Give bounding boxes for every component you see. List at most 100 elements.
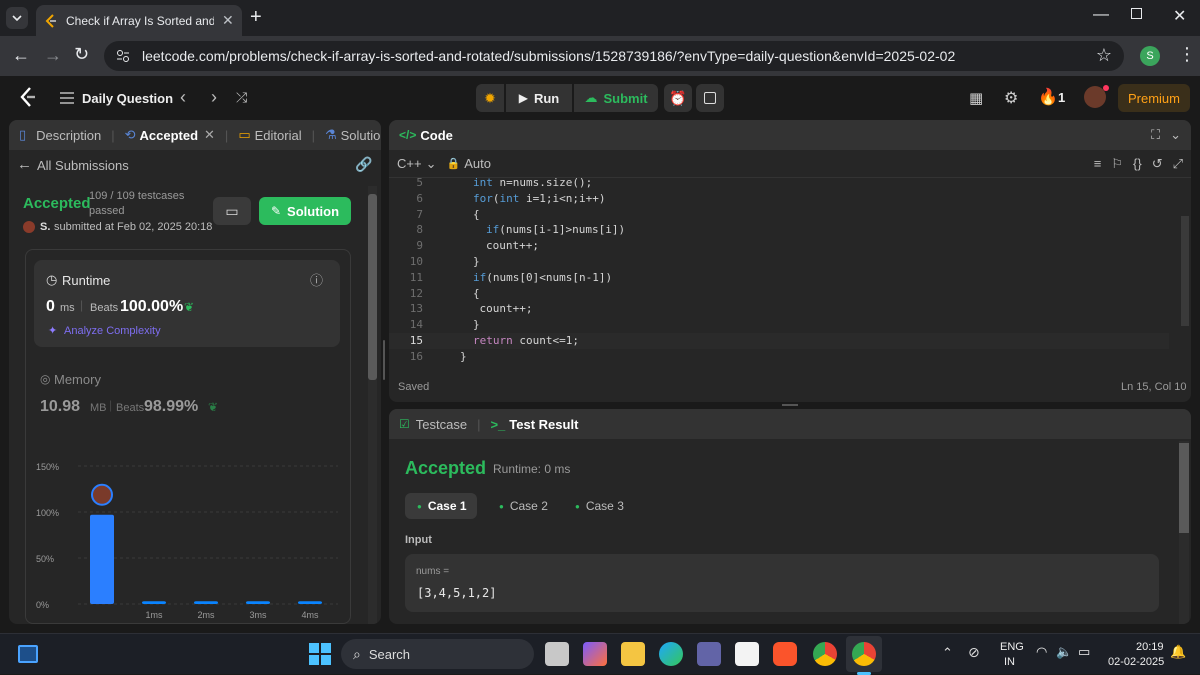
- problem-list-icon[interactable]: [60, 92, 74, 104]
- all-submissions-link[interactable]: All Submissions: [37, 158, 129, 173]
- network-off-icon[interactable]: ⊘: [968, 644, 980, 661]
- show-hidden-icons-icon[interactable]: ⌃: [942, 645, 953, 661]
- reload-icon[interactable]: ↻: [74, 44, 89, 65]
- collapse-icon[interactable]: ⌄: [1170, 127, 1181, 143]
- clock-time[interactable]: 20:19: [1136, 641, 1164, 653]
- profile-avatar[interactable]: S: [1140, 46, 1160, 66]
- alarm-icon: ⏰: [669, 89, 687, 106]
- notes-button[interactable]: [696, 84, 724, 112]
- line-number: 11: [409, 270, 423, 284]
- tab-description[interactable]: Description: [36, 128, 101, 143]
- auto-mode[interactable]: Auto: [464, 156, 491, 171]
- minimize-icon[interactable]: —: [1093, 6, 1109, 24]
- run-button[interactable]: ▶ Run: [506, 84, 572, 112]
- language-chevron-icon[interactable]: ⌄: [426, 156, 437, 172]
- notification-bell-icon[interactable]: 🔔: [1170, 644, 1186, 660]
- leetcode-favicon-icon: [45, 13, 56, 28]
- bookmark-star-icon[interactable]: ☆: [1096, 45, 1112, 66]
- result-status: Accepted: [405, 458, 487, 478]
- submitter-avatar: [23, 221, 35, 233]
- language-select[interactable]: C++: [397, 156, 422, 171]
- chrome-icon[interactable]: [813, 642, 837, 666]
- browser-menu-icon[interactable]: ⋮: [1178, 44, 1196, 65]
- share-link-icon[interactable]: 🔗: [355, 156, 372, 173]
- language-primary[interactable]: ENG: [1000, 641, 1024, 653]
- runtime-box[interactable]: ◷ Runtime ⓘ 0 ms | Beats 100.00% ❦ ✦ Ana…: [34, 260, 340, 347]
- streak-fire-icon[interactable]: 🔥: [1038, 87, 1058, 107]
- fullscreen-icon[interactable]: ⤢: [1173, 156, 1183, 172]
- result-scrollbar-thumb[interactable]: [1179, 443, 1189, 533]
- maximize-icon[interactable]: [1131, 8, 1142, 19]
- solution-button[interactable]: ✎ Solution: [259, 197, 351, 225]
- tab-testcase[interactable]: Testcase: [416, 417, 467, 432]
- shuffle-icon[interactable]: ⤮: [236, 89, 247, 106]
- daily-question-title[interactable]: Daily Question: [82, 91, 173, 106]
- case-3-tab[interactable]: ● Case 3: [575, 493, 647, 519]
- tab-solutions[interactable]: Solutions: [341, 128, 381, 143]
- case-1-tab[interactable]: ● Case 1: [405, 493, 477, 519]
- code-editor[interactable]: 5 int n=nums.size(); 6 for(int i=1;i<n;i++)…: [389, 175, 1169, 367]
- back-icon[interactable]: ←: [12, 45, 30, 66]
- code-text: {: [473, 207, 480, 221]
- windows-start-icon[interactable]: [309, 643, 331, 665]
- sparkle-icon: ✦: [48, 325, 58, 337]
- forward-icon[interactable]: →: [44, 45, 62, 66]
- tab-editorial[interactable]: Editorial: [255, 128, 302, 143]
- widgets-icon[interactable]: [18, 645, 38, 663]
- edge-icon[interactable]: [659, 642, 683, 666]
- next-problem-icon[interactable]: ›: [211, 87, 217, 108]
- edit-icon: ✎: [270, 204, 282, 218]
- taskbar-search-box[interactable]: ⌕ Search: [341, 639, 534, 669]
- tab-test-result[interactable]: Test Result: [509, 417, 578, 432]
- brave-icon[interactable]: [773, 642, 797, 666]
- settings-gear-icon[interactable]: ⚙: [1004, 88, 1018, 108]
- new-tab-icon[interactable]: +: [250, 6, 262, 29]
- task-view-icon[interactable]: [545, 642, 569, 666]
- horizontal-splitter[interactable]: [782, 404, 798, 406]
- volume-icon[interactable]: 🔈: [1056, 644, 1072, 660]
- code-brackets-icon: </>: [399, 128, 417, 142]
- address-bar[interactable]: leetcode.com/problems/check-if-array-is-…: [104, 41, 1124, 71]
- info-icon[interactable]: ⓘ: [310, 270, 323, 289]
- clock-date[interactable]: 02-02-2025: [1108, 656, 1164, 668]
- prev-problem-icon[interactable]: ‹: [180, 87, 186, 108]
- code-scrollbar-thumb[interactable]: [1181, 216, 1189, 326]
- code-text: if(nums[i-1]>nums[i]): [486, 223, 626, 237]
- layout-icon[interactable]: ▦: [969, 89, 983, 107]
- braces-icon[interactable]: {}: [1133, 156, 1142, 171]
- expand-icon[interactable]: ⛶: [1151, 127, 1160, 143]
- vertical-splitter[interactable]: [383, 340, 385, 380]
- copilot-icon[interactable]: [583, 642, 607, 666]
- bookmark-icon[interactable]: ⚐: [1111, 156, 1123, 172]
- analyze-complexity-link[interactable]: Analyze Complexity: [64, 325, 161, 337]
- case-2-tab[interactable]: ● Case 2: [495, 493, 567, 519]
- close-tab-accepted-icon[interactable]: ✕: [204, 127, 215, 143]
- debug-button[interactable]: ✹: [476, 84, 504, 112]
- format-icon[interactable]: ≡: [1094, 156, 1102, 171]
- timer-button[interactable]: ⏰: [664, 84, 692, 112]
- browser-tab[interactable]: Check if Array Is Sorted and Rot ✕: [36, 5, 242, 36]
- premium-button[interactable]: Premium: [1118, 84, 1190, 112]
- memory-label[interactable]: Memory: [54, 372, 101, 387]
- leetcode-logo-icon[interactable]: [18, 86, 38, 108]
- language-secondary[interactable]: IN: [1004, 656, 1015, 668]
- battery-icon[interactable]: ▭: [1078, 644, 1090, 660]
- input-box[interactable]: nums = [3,4,5,1,2]: [405, 554, 1159, 612]
- close-tab-icon[interactable]: ✕: [222, 12, 234, 29]
- wifi-icon[interactable]: ◠: [1036, 644, 1047, 660]
- store-icon[interactable]: [735, 642, 759, 666]
- left-scrollbar[interactable]: [368, 186, 377, 624]
- result-scrollbar[interactable]: [1179, 441, 1189, 624]
- reset-icon[interactable]: ↺: [1152, 156, 1163, 172]
- tab-accepted[interactable]: Accepted: [139, 128, 198, 143]
- left-scrollbar-thumb[interactable]: [368, 194, 377, 380]
- book-button[interactable]: ▭: [213, 197, 251, 225]
- chrome-profile-icon[interactable]: [852, 642, 876, 666]
- back-arrow-icon[interactable]: ←: [17, 156, 32, 173]
- tab-list-button[interactable]: [6, 7, 28, 29]
- submit-button[interactable]: ☁ Submit: [574, 84, 658, 112]
- close-window-icon[interactable]: ✕: [1173, 6, 1186, 26]
- teams-icon[interactable]: [697, 642, 721, 666]
- file-explorer-icon[interactable]: [621, 642, 645, 666]
- play-icon: ▶: [518, 91, 528, 105]
